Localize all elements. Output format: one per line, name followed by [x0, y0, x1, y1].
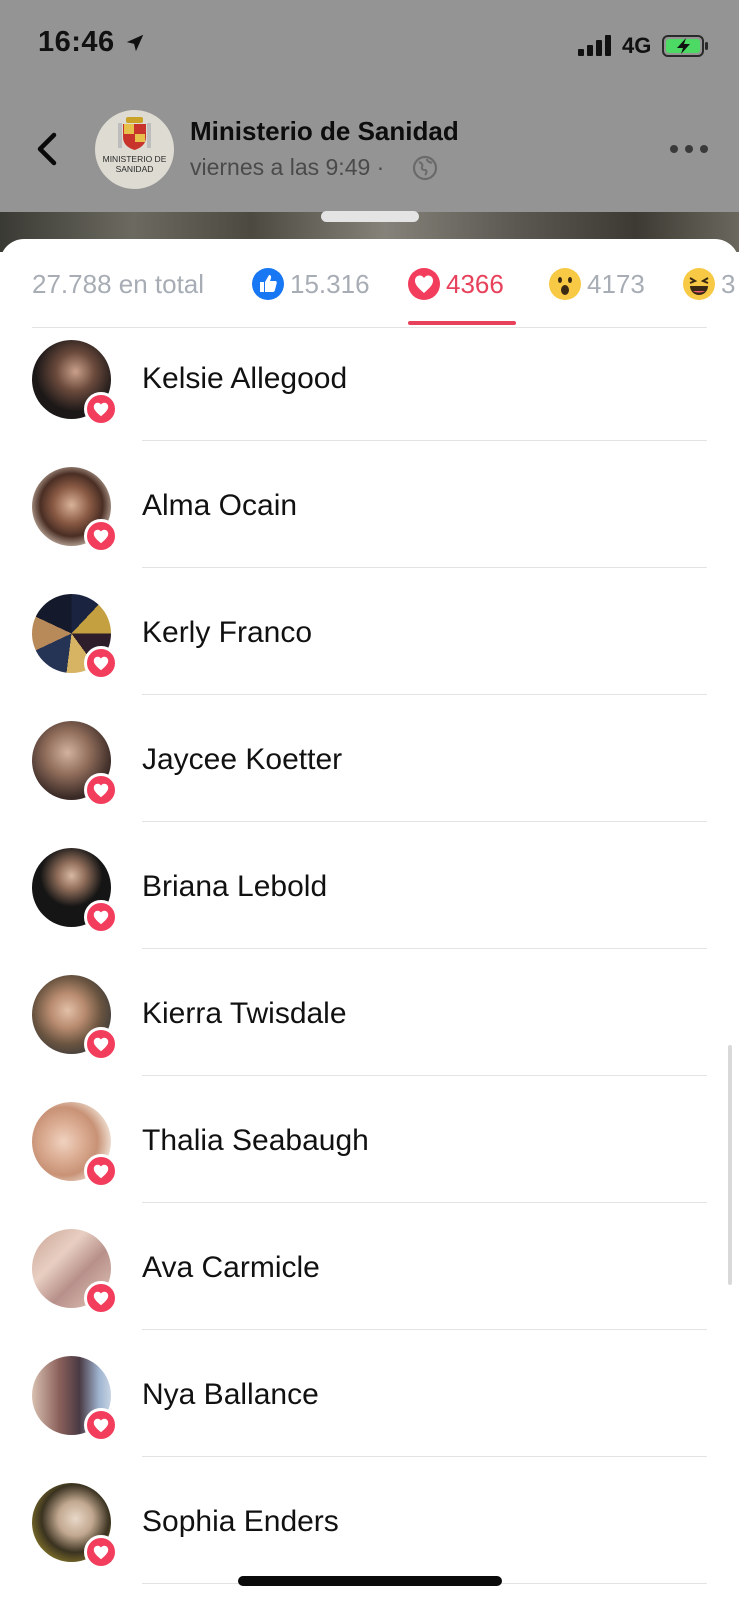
person-name[interactable]: Alma Ocain [142, 489, 297, 523]
love-badge [84, 1281, 118, 1315]
love-icon [408, 268, 440, 300]
list-item[interactable]: Kerly Franco [0, 582, 739, 709]
heart-icon [93, 1545, 109, 1560]
person-name[interactable]: Nya Ballance [142, 1378, 319, 1412]
row-divider [142, 1075, 707, 1076]
like-icon [252, 268, 284, 300]
tab-label: 4173 [587, 268, 645, 299]
love-badge [84, 1027, 118, 1061]
person-name[interactable]: Thalia Seabaugh [142, 1124, 369, 1158]
heart-icon [93, 783, 109, 798]
tab-label: 15.316 [290, 268, 370, 299]
love-badge [84, 1154, 118, 1188]
tab-label: 4366 [446, 268, 504, 299]
love-badge [84, 900, 118, 934]
list-item[interactable]: Nya Ballance [0, 1344, 739, 1471]
scrollbar[interactable] [728, 1045, 732, 1285]
row-divider [142, 1202, 707, 1203]
person-name[interactable]: Sophia Enders [142, 1505, 339, 1539]
person-name[interactable]: Ava Carmicle [142, 1251, 320, 1285]
sheet-grabber[interactable] [321, 211, 419, 222]
network-type: 4G [622, 33, 652, 58]
haha-icon [683, 268, 715, 300]
list-item[interactable]: Ava Carmicle [0, 1217, 739, 1344]
love-badge [84, 519, 118, 553]
list-item[interactable]: Kelsie Allegood [0, 328, 739, 455]
page-avatar[interactable]: MINISTERIO DE SANIDAD [95, 110, 174, 189]
love-badge [84, 392, 118, 426]
page-name[interactable]: Ministerio de Sanidad [190, 116, 459, 147]
status-time: 16:46 [38, 26, 115, 58]
reactions-sheet: 27.788 en total 15.316 4366 4173 3 Kelsi… [0, 239, 739, 1600]
person-name[interactable]: Kerly Franco [142, 616, 312, 650]
love-badge [84, 1408, 118, 1442]
row-divider [142, 694, 707, 695]
row-divider [142, 821, 707, 822]
heart-icon [93, 656, 109, 671]
row-divider [142, 1456, 707, 1457]
person-name[interactable]: Jaycee Koetter [142, 743, 342, 777]
row-divider [142, 948, 707, 949]
heart-icon [93, 529, 109, 544]
tab-label: 27.788 en total [32, 268, 205, 299]
list-item[interactable]: Thalia Seabaugh [0, 1090, 739, 1217]
list-item[interactable]: Kierra Twisdale [0, 963, 739, 1090]
back-arrow-icon[interactable] [30, 128, 64, 170]
person-name[interactable]: Kierra Twisdale [142, 997, 347, 1031]
list-item[interactable]: Alma Ocain [0, 455, 739, 582]
active-tab-indicator [408, 321, 516, 325]
heart-icon [93, 1418, 109, 1433]
coat-of-arms-icon [118, 117, 151, 150]
list-item[interactable]: Briana Lebold [0, 836, 739, 963]
heart-icon [93, 1291, 109, 1306]
post-timestamp: viernes a las 9:49 · [190, 154, 385, 180]
heart-icon [93, 402, 109, 417]
battery-charging-icon [662, 35, 708, 57]
person-name[interactable]: Kelsie Allegood [142, 362, 347, 396]
person-name[interactable]: Briana Lebold [142, 870, 327, 904]
tab-haha[interactable]: 3 [683, 261, 735, 307]
tab-love[interactable]: 4366 [408, 261, 504, 307]
tab-like[interactable]: 15.316 [252, 261, 370, 307]
love-badge [84, 1535, 118, 1569]
tab-total[interactable]: 27.788 en total [32, 261, 204, 307]
heart-icon [93, 1164, 109, 1179]
tab-label: 3 [721, 268, 736, 299]
row-divider [142, 440, 707, 441]
tab-wow[interactable]: 4173 [549, 261, 645, 307]
love-badge [84, 773, 118, 807]
wow-icon [549, 268, 581, 300]
love-badge [84, 646, 118, 680]
list-item[interactable]: Jaycee Koetter [0, 709, 739, 836]
heart-icon [93, 910, 109, 925]
cellular-signal-icon [578, 34, 614, 56]
globe-icon [412, 155, 438, 181]
status-bar: 16:46 4G [0, 0, 739, 92]
reaction-tabs: 27.788 en total 15.316 4366 4173 3 [0, 239, 739, 328]
row-divider [142, 567, 707, 568]
logo-text: MINISTERIO DE SANIDAD [102, 154, 167, 174]
location-arrow-icon [126, 34, 144, 52]
heart-icon [93, 1037, 109, 1052]
more-options-icon[interactable] [668, 136, 710, 162]
home-indicator[interactable] [238, 1576, 502, 1586]
row-divider [142, 1329, 707, 1330]
